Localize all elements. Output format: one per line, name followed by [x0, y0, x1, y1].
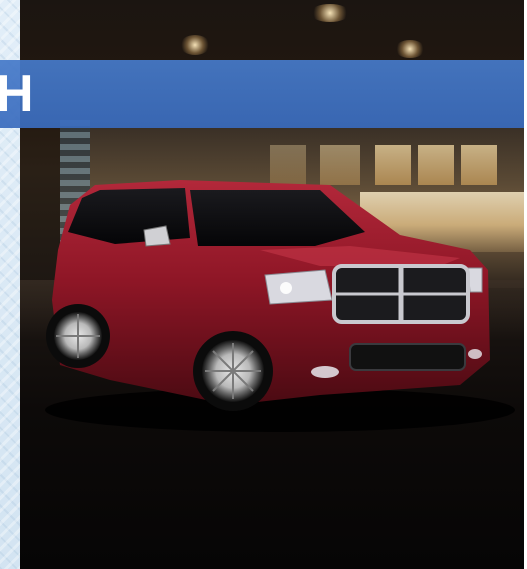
header-banner	[0, 60, 524, 128]
banner-title: H	[0, 65, 35, 123]
side-windows	[68, 188, 190, 244]
side-mirror	[143, 225, 171, 247]
lower-bumper-vent	[349, 343, 466, 371]
right-headlight	[467, 267, 483, 293]
fog-light	[311, 366, 339, 378]
fog-light	[468, 349, 482, 359]
headlight	[264, 269, 333, 305]
